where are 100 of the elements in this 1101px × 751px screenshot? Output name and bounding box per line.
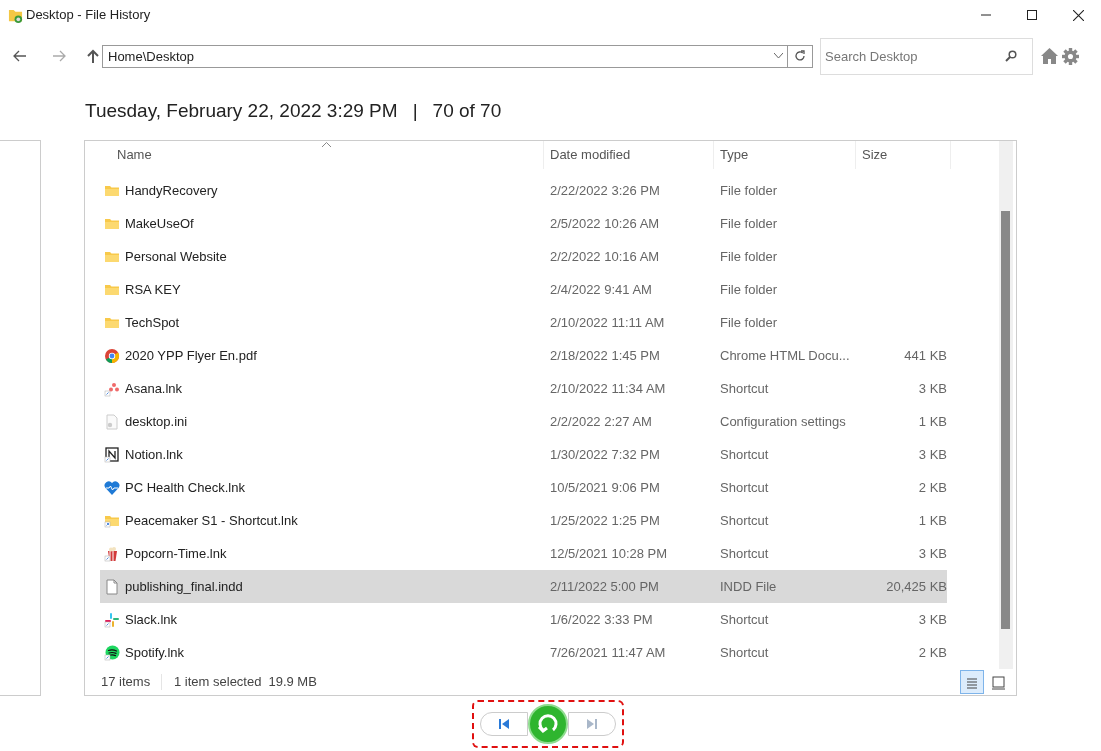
file-type: Configuration settings <box>720 413 846 429</box>
file-row[interactable]: Peacemaker S1 - Shortcut.lnk 1/25/2022 1:25 PM Shortcut 1 KB <box>100 504 947 537</box>
file-name: Spotify.lnk <box>125 643 184 662</box>
date-modified: 2/18/2022 1:45 PM <box>550 347 660 363</box>
file-name: Slack.lnk <box>125 610 178 629</box>
file-size: 1 KB <box>918 413 947 429</box>
date-modified: 1/25/2022 1:25 PM <box>550 512 660 528</box>
date-modified: 1/6/2022 3:33 PM <box>550 611 653 627</box>
up-arrow-icon[interactable] <box>87 49 99 63</box>
item-count: 17 items <box>101 673 152 692</box>
details-view-button[interactable] <box>960 670 984 694</box>
file-type: Shortcut <box>720 479 769 495</box>
file-row[interactable]: 2020 YPP Flyer En.pdf 2/18/2022 1:45 PM Chrome HTML Docu... 441 KB <box>100 339 947 372</box>
file-name: 2020 YPP Flyer En.pdf <box>125 346 257 365</box>
file-size: 2 KB <box>918 479 947 495</box>
column-header[interactable]: Name <box>117 145 152 165</box>
file-row[interactable]: PC Health Check.lnk 10/5/2021 9:06 PM Shortcut 2 KB <box>100 471 947 504</box>
file-name: HandyRecovery <box>125 181 218 200</box>
file-name: TechSpot <box>125 313 180 332</box>
window-title: Desktop - File History <box>26 6 151 25</box>
date-modified: 2/4/2022 9:41 AM <box>550 281 652 297</box>
heart-icon <box>104 479 120 496</box>
file-icon <box>104 578 120 595</box>
dropdown-caret-icon[interactable] <box>774 53 783 59</box>
backup-date: Tuesday, February 22, 2022 3:29 PM <box>85 98 398 123</box>
maximize-icon <box>1027 10 1037 20</box>
home-icon[interactable] <box>1041 48 1058 64</box>
date-modified: 7/26/2021 11:47 AM <box>550 644 666 660</box>
file-row[interactable]: Asana.lnk 2/10/2022 11:34 AM Shortcut 3 KB <box>100 372 947 405</box>
file-row[interactable]: Slack.lnk 1/6/2022 3:33 PM Shortcut 3 KB <box>100 603 947 636</box>
date-modified: 10/5/2021 9:06 PM <box>550 479 660 495</box>
file-type: File folder <box>720 281 778 297</box>
file-size: 2 KB <box>918 644 947 660</box>
file-type: Shortcut <box>720 644 769 660</box>
skip-forward-icon <box>586 718 598 730</box>
app-icon <box>8 7 23 23</box>
notion-icon <box>104 446 120 463</box>
selection-info: 1 item selected <box>174 673 262 692</box>
column-header[interactable]: Type <box>720 145 749 165</box>
date-modified: 2/10/2022 11:11 AM <box>550 314 665 330</box>
file-type: Chrome HTML Docu... <box>720 347 850 363</box>
date-modified: 2/2/2022 2:27 AM <box>550 413 652 429</box>
file-name: Peacemaker S1 - Shortcut.lnk <box>125 511 298 530</box>
file-size: 1 KB <box>918 512 947 528</box>
file-type: File folder <box>720 215 778 231</box>
column-header[interactable]: Size <box>862 145 888 165</box>
refresh-button[interactable] <box>788 44 813 68</box>
search-icon <box>1005 49 1017 62</box>
previous-version-button[interactable] <box>480 712 528 736</box>
file-type: Shortcut <box>720 446 769 462</box>
file-row[interactable]: RSA KEY 2/4/2022 9:41 AM File folder <box>100 273 947 306</box>
spotify-icon <box>104 644 120 661</box>
file-row[interactable]: Popcorn-Time.lnk 12/5/2021 10:28 PM Shortcut 3 KB <box>100 537 947 570</box>
selection-size: 19.9 MB <box>268 673 317 692</box>
sort-caret-icon <box>322 142 331 147</box>
search-field[interactable]: Search Desktop <box>820 37 1033 75</box>
file-row[interactable]: desktop.ini 2/2/2022 2:27 AM Configuration settings 1 KB <box>100 405 947 438</box>
file-name: RSA KEY <box>125 280 181 299</box>
settings-file-icon <box>104 413 120 430</box>
address-field[interactable]: Home\Desktop <box>102 45 788 68</box>
file-row[interactable]: TechSpot 2/10/2022 11:11 AM File folder <box>100 306 947 339</box>
scrollbar-track[interactable] <box>999 141 1013 669</box>
file-type: File folder <box>720 248 778 264</box>
file-type: INDD File <box>720 578 777 594</box>
file-size: 3 KB <box>918 545 947 561</box>
date-modified: 2/2/2022 10:16 AM <box>550 248 660 264</box>
file-row[interactable]: Notion.lnk 1/30/2022 7:32 PM Shortcut 3 KB <box>100 438 947 471</box>
date-modified: 2/10/2022 11:34 AM <box>550 380 666 396</box>
chrome-icon <box>104 347 120 364</box>
version-position: 70 of 70 <box>432 98 502 123</box>
back-arrow-icon[interactable] <box>13 49 27 63</box>
forward-arrow-icon[interactable] <box>52 49 66 63</box>
close-icon <box>1072 9 1084 21</box>
file-name: MakeUseOf <box>125 214 194 233</box>
date-modified: 1/30/2022 7:32 PM <box>550 446 660 462</box>
column-header[interactable]: Date modified <box>550 145 631 165</box>
scrollbar-thumb[interactable] <box>1001 211 1010 629</box>
dots-icon <box>104 380 120 397</box>
file-row[interactable]: HandyRecovery 2/22/2022 3:26 PM File folder <box>100 174 947 207</box>
file-size: 3 KB <box>918 380 947 396</box>
date-modified: 2/11/2022 5:00 PM <box>550 578 659 594</box>
file-size: 20,425 KB <box>886 578 947 594</box>
file-name: Asana.lnk <box>125 379 183 398</box>
file-row[interactable]: MakeUseOf 2/5/2022 10:26 AM File folder <box>100 207 947 240</box>
file-type: File folder <box>720 314 778 330</box>
file-name: Notion.lnk <box>125 445 183 464</box>
file-row[interactable]: Personal Website 2/2/2022 10:16 AM File folder <box>100 240 947 273</box>
file-size: 3 KB <box>918 611 947 627</box>
file-row[interactable]: Spotify.lnk 7/26/2021 11:47 AM Shortcut 2 KB <box>100 636 947 669</box>
settings-icon[interactable] <box>1062 47 1079 65</box>
file-name: desktop.ini <box>125 412 188 431</box>
file-name: PC Health Check.lnk <box>125 478 245 497</box>
file-type: Shortcut <box>720 611 769 627</box>
file-size: 3 KB <box>918 446 947 462</box>
file-type: Shortcut <box>720 545 769 561</box>
refresh-icon <box>794 50 806 62</box>
date-modified: 12/5/2021 10:28 PM <box>550 545 668 561</box>
file-row[interactable]: publishing_final.indd 2/11/2022 5:00 PM INDD File 20,425 KB <box>100 570 947 603</box>
slack-icon <box>104 611 120 628</box>
restore-button[interactable] <box>528 704 568 744</box>
